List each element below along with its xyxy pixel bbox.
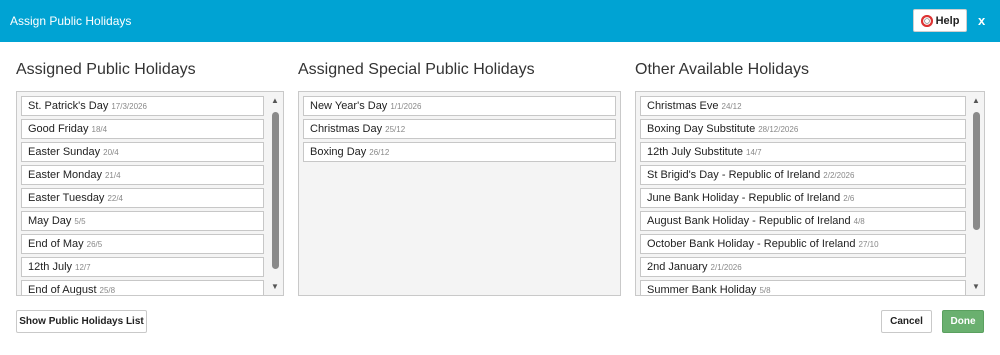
list-item[interactable]: May Day 5/5	[21, 211, 264, 231]
list-item[interactable]: 2nd January 2/1/2026	[640, 257, 966, 277]
holiday-date: 4/8	[853, 217, 865, 226]
holiday-name: End of May	[28, 238, 84, 250]
available-holidays-title: Other Available Holidays	[635, 61, 810, 78]
holiday-name: August Bank Holiday - Republic of Irelan…	[647, 215, 851, 227]
assigned-holidays-title: Assigned Public Holidays	[16, 61, 196, 78]
holiday-date: 26/12	[369, 148, 390, 157]
help-label: Help	[935, 14, 960, 27]
holiday-date: 1/1/2026	[390, 102, 422, 111]
list-item[interactable]: 12th July Substitute 14/7	[640, 142, 966, 162]
list-item[interactable]: Easter Sunday 20/4	[21, 142, 264, 162]
lifebuoy-icon	[920, 14, 933, 27]
holiday-date: 20/4	[103, 148, 119, 157]
list-item[interactable]: New Year's Day 1/1/2026	[303, 96, 616, 116]
holiday-date: 27/10	[858, 240, 879, 249]
list-item[interactable]: October Bank Holiday - Republic of Irela…	[640, 234, 966, 254]
holiday-date: 17/3/2026	[111, 102, 147, 111]
special-holidays-title: Assigned Special Public Holidays	[298, 61, 535, 78]
holiday-date: 5/5	[74, 217, 86, 226]
holiday-name: Boxing Day Substitute	[647, 123, 756, 135]
holiday-name: Christmas Day	[310, 123, 383, 135]
show-public-holidays-list-button[interactable]: Show Public Holidays List	[16, 310, 147, 333]
holiday-date: 18/4	[91, 125, 108, 134]
holiday-name: Easter Sunday	[28, 146, 101, 158]
holiday-name: Boxing Day	[310, 146, 367, 158]
list-item[interactable]: August Bank Holiday - Republic of Irelan…	[640, 211, 966, 231]
holiday-date: 2/1/2026	[710, 263, 742, 272]
close-button[interactable]: x	[978, 13, 985, 28]
holiday-date: 2/6	[843, 194, 855, 203]
assigned-holidays-list[interactable]: St. Patrick's Day 17/3/2026 Good Friday 18/…	[16, 91, 284, 296]
holiday-name: End of August	[28, 284, 97, 296]
list-item[interactable]: End of May 26/5	[21, 234, 264, 254]
list-item[interactable]: St Brigid's Day - Republic of Ireland 2/2…	[640, 165, 966, 185]
holiday-date: 5/8	[759, 286, 771, 295]
scrollbar-thumb[interactable]	[272, 112, 279, 269]
holiday-date: 12/7	[75, 263, 91, 272]
dialog-header: Assign Public Holidays Help x	[0, 0, 1000, 42]
scroll-down-icon[interactable]: ▼	[972, 283, 980, 291]
holiday-name: New Year's Day	[310, 100, 388, 112]
scroll-up-icon[interactable]: ▲	[271, 97, 279, 105]
holiday-name: Summer Bank Holiday	[647, 284, 757, 296]
holiday-date: 14/7	[746, 148, 762, 157]
holiday-name: October Bank Holiday - Republic of Irela…	[647, 238, 856, 250]
help-button[interactable]: Help	[913, 9, 967, 32]
cancel-button[interactable]: Cancel	[881, 310, 932, 333]
scrollbar-thumb[interactable]	[973, 112, 980, 230]
list-item[interactable]: End of August 25/8	[21, 280, 264, 296]
list-item[interactable]: Easter Monday 21/4	[21, 165, 264, 185]
holiday-name: May Day	[28, 215, 72, 227]
holiday-date: 25/12	[385, 125, 406, 134]
holiday-name: June Bank Holiday - Republic of Ireland	[647, 192, 841, 204]
holiday-name: Christmas Eve	[647, 100, 719, 112]
list-item[interactable]: June Bank Holiday - Republic of Ireland 2…	[640, 188, 966, 208]
holiday-date: 21/4	[104, 171, 121, 180]
holiday-name: St. Patrick's Day	[28, 100, 109, 112]
scroll-up-icon[interactable]: ▲	[972, 97, 980, 105]
available-holidays-list[interactable]: Christmas Eve 24/12 Boxing Day Substitute 2…	[635, 91, 985, 296]
scroll-down-icon[interactable]: ▼	[271, 283, 279, 291]
list-item[interactable]: Christmas Day 25/12	[303, 119, 616, 139]
list-item[interactable]: St. Patrick's Day 17/3/2026	[21, 96, 264, 116]
list-item[interactable]: Boxing Day Substitute 28/12/2026	[640, 119, 966, 139]
holiday-date: 24/12	[721, 102, 742, 111]
holiday-name: 12th July Substitute	[647, 146, 744, 158]
holiday-date: 25/8	[99, 286, 116, 295]
list-item[interactable]: Boxing Day 26/12	[303, 142, 616, 162]
holiday-date: 28/12/2026	[758, 125, 799, 134]
holiday-name: St Brigid's Day - Republic of Ireland	[647, 169, 821, 181]
holiday-date: 26/5	[86, 240, 103, 249]
dialog-title: Assign Public Holidays	[10, 14, 132, 28]
holiday-name: Easter Monday	[28, 169, 102, 181]
list-item[interactable]: 12th July 12/7	[21, 257, 264, 277]
holiday-name: Good Friday	[28, 123, 89, 135]
list-item[interactable]: Easter Tuesday 22/4	[21, 188, 264, 208]
holiday-date: 22/4	[107, 194, 124, 203]
list-item[interactable]: Good Friday 18/4	[21, 119, 264, 139]
holiday-name: Easter Tuesday	[28, 192, 105, 204]
special-holidays-list[interactable]: New Year's Day 1/1/2026 Christmas Day 25/12…	[298, 91, 621, 296]
holiday-date: 2/2/2026	[823, 171, 855, 180]
done-button[interactable]: Done	[942, 310, 984, 333]
holiday-name: 12th July	[28, 261, 73, 273]
list-item[interactable]: Summer Bank Holiday 5/8	[640, 280, 966, 296]
list-item[interactable]: Christmas Eve 24/12	[640, 96, 966, 116]
holiday-name: 2nd January	[647, 261, 708, 273]
